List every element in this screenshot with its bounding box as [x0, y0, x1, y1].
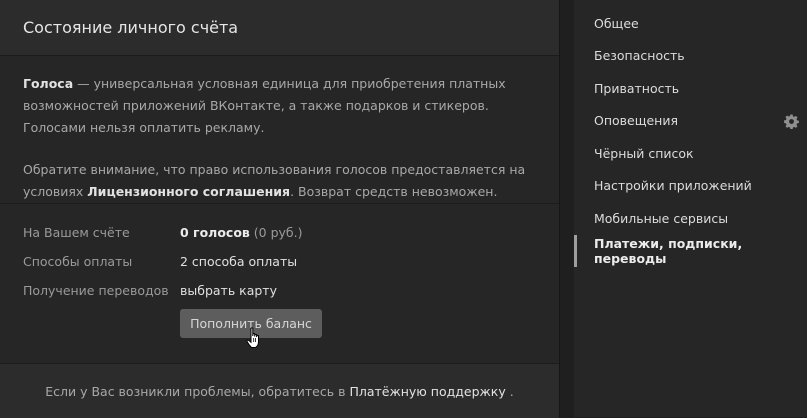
license-notice-post: . Возврат средств невозможен.	[290, 184, 498, 199]
panel-header: Состояние личного счёта	[0, 0, 559, 56]
sidebar-item-app-settings[interactable]: Настройки приложений	[574, 170, 807, 203]
sidebar-item-general[interactable]: Общее	[574, 7, 807, 40]
hand-pointer-icon	[246, 327, 259, 348]
account-rows: На Вашем счёте 0 голосов (0 руб.) Способ…	[23, 218, 303, 305]
transfers-label: Получение переводов	[23, 283, 169, 298]
sidebar-item-blacklist[interactable]: Чёрный список	[574, 137, 807, 170]
sidebar-item-notifications-label: Оповещения	[594, 113, 678, 129]
balance-rubles: (0 руб.)	[249, 225, 303, 240]
votes-term: Голоса	[23, 76, 74, 91]
sidebar-item-notifications[interactable]: Оповещения	[574, 105, 807, 138]
sidebar-item-mobile-services[interactable]: Мобильные сервисы	[574, 202, 807, 235]
choose-card-link[interactable]: выбрать карту	[180, 283, 277, 298]
votes-description: Голоса — универсальная условная единица …	[23, 73, 536, 139]
support-footer: Если у Вас возникли проблемы, обратитесь…	[0, 363, 559, 418]
gear-icon[interactable]	[784, 113, 799, 129]
page-title: Состояние личного счёта	[23, 18, 239, 37]
license-agreement-link[interactable]: Лицензионного соглашения	[87, 184, 290, 199]
license-notice: Обратите внимание, что право использован…	[23, 159, 536, 203]
transfers-row: Получение переводов выбрать карту	[23, 276, 303, 305]
footer-period: .	[509, 383, 514, 399]
settings-sidebar: Общее Безопасность Приватность Оповещени…	[574, 0, 807, 417]
sidebar-item-privacy[interactable]: Приватность	[574, 72, 807, 105]
balance-label: На Вашем счёте	[23, 225, 130, 240]
votes-info: Голоса — универсальная условная единица …	[0, 56, 559, 203]
payment-support-link[interactable]: Платёжную поддержку	[349, 384, 505, 399]
balance-panel: Состояние личного счёта Голоса — универс…	[0, 0, 560, 418]
payment-methods-row: Способы оплаты 2 способа оплаты	[23, 247, 303, 276]
divider	[0, 203, 559, 204]
sidebar-item-payments[interactable]: Платежи, подписки, переводы	[574, 234, 807, 267]
votes-description-text: — универсальная условная единица для при…	[23, 76, 506, 135]
balance-row: На Вашем счёте 0 голосов (0 руб.)	[23, 218, 303, 247]
payment-methods-label: Способы оплаты	[23, 254, 133, 269]
sidebar-item-security[interactable]: Безопасность	[574, 40, 807, 73]
footer-text: Если у Вас возникли проблемы, обратитесь…	[45, 383, 346, 399]
balance-value: 0 голосов (0 руб.)	[180, 225, 303, 240]
settings-menu: Общее Безопасность Приватность Оповещени…	[574, 0, 807, 267]
balance-votes: 0 голосов	[180, 225, 250, 240]
payment-methods-link[interactable]: 2 способа оплаты	[180, 254, 297, 269]
